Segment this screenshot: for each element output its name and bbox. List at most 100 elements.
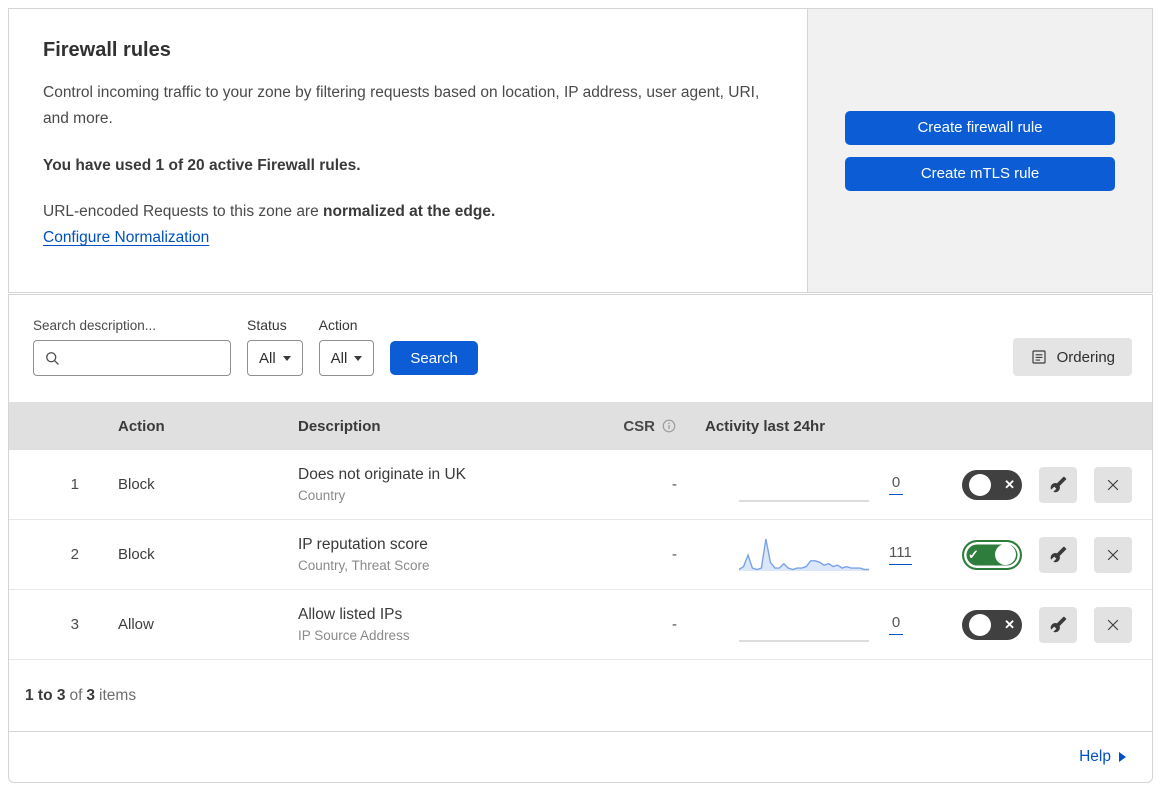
normalization-bold-text: normalized at the edge. bbox=[323, 203, 496, 221]
rule-activity-cell: 0 ✕ bbox=[691, 465, 1152, 505]
toggle-state-icon: ✕ bbox=[1004, 477, 1015, 492]
ordering-button[interactable]: Ordering bbox=[1012, 338, 1132, 376]
table-header: Action Description CSR Activity last 24h… bbox=[9, 402, 1152, 450]
table-row: 2 Block IP reputation score Country, Thr… bbox=[9, 520, 1152, 590]
ordering-list-icon bbox=[1030, 348, 1048, 366]
rule-csr-value: - bbox=[672, 476, 677, 493]
description-column-header: Description bbox=[298, 417, 381, 435]
rule-criteria: Country, Threat Score bbox=[298, 558, 430, 573]
status-filter-group: Status All bbox=[247, 317, 303, 376]
activity-sparkline bbox=[739, 465, 869, 505]
rule-criteria: Country bbox=[298, 488, 346, 503]
arrow-right-icon bbox=[1119, 752, 1126, 762]
search-label: Search description... bbox=[33, 318, 157, 333]
help-link[interactable]: Help bbox=[1079, 748, 1111, 766]
pagination-items: items bbox=[99, 686, 137, 704]
delete-rule-button[interactable] bbox=[1094, 536, 1132, 573]
page-title: Firewall rules bbox=[43, 39, 171, 61]
close-icon bbox=[1104, 476, 1122, 494]
table-row: 3 Allow Allow listed IPs IP Source Addre… bbox=[9, 590, 1152, 660]
rules-list-card: Search description... Status All Action … bbox=[8, 294, 1153, 783]
chevron-down-icon bbox=[282, 355, 291, 361]
toggle-state-icon: ✕ bbox=[1004, 617, 1015, 632]
activity-sparkline bbox=[739, 535, 869, 575]
search-button[interactable]: Search bbox=[390, 341, 478, 375]
edit-rule-button[interactable] bbox=[1039, 536, 1077, 573]
action-label: Action bbox=[318, 317, 358, 333]
info-icon[interactable] bbox=[661, 418, 677, 434]
toggle-knob bbox=[969, 473, 991, 496]
rule-action: Allow bbox=[118, 616, 154, 633]
status-select-value: All bbox=[259, 349, 276, 367]
rule-enabled-toggle[interactable]: ✕ bbox=[962, 609, 1022, 640]
edit-rule-button[interactable] bbox=[1039, 466, 1077, 503]
rule-description: Allow listed IPs bbox=[298, 606, 403, 623]
rule-description-cell: Allow listed IPs IP Source Address bbox=[286, 606, 601, 643]
ordering-button-label: Ordering bbox=[1056, 348, 1115, 366]
pagination-total: 3 bbox=[86, 686, 96, 704]
action-column-header: Action bbox=[118, 417, 165, 435]
rule-action: Block bbox=[118, 476, 155, 493]
rule-csr-value: - bbox=[672, 616, 677, 633]
table-row: 1 Block Does not originate in UK Country… bbox=[9, 450, 1152, 520]
rule-description: Does not originate in UK bbox=[298, 466, 467, 483]
wrench-icon bbox=[1050, 616, 1067, 633]
activity-count-link[interactable]: 111 bbox=[889, 544, 912, 565]
search-group: Search description... bbox=[33, 318, 231, 376]
csr-column-header: CSR bbox=[601, 418, 691, 435]
rule-activity-cell: 111 ✓ bbox=[691, 535, 1152, 575]
activity-sparkline bbox=[739, 605, 869, 645]
wrench-icon bbox=[1050, 546, 1067, 563]
close-icon bbox=[1104, 616, 1122, 634]
edit-rule-button[interactable] bbox=[1039, 606, 1077, 643]
close-icon bbox=[1104, 546, 1122, 564]
create-mtls-rule-button[interactable]: Create mTLS rule bbox=[845, 156, 1115, 191]
delete-rule-button[interactable] bbox=[1094, 466, 1132, 503]
rule-activity-cell: 0 ✕ bbox=[691, 605, 1152, 645]
toggle-state-icon: ✓ bbox=[968, 547, 979, 562]
pagination-of: of bbox=[69, 686, 83, 704]
rule-controls: ✕ bbox=[962, 606, 1132, 643]
rule-priority: 3 bbox=[70, 616, 79, 633]
pagination-summary: 1 to 3 of 3 items bbox=[9, 660, 1152, 732]
rule-enabled-toggle[interactable]: ✓ bbox=[962, 539, 1022, 570]
top-section: Firewall rules Control incoming traffic … bbox=[8, 8, 1153, 293]
search-input-box[interactable] bbox=[33, 340, 231, 376]
rule-description-cell: IP reputation score Country, Threat Scor… bbox=[286, 536, 601, 573]
delete-rule-button[interactable] bbox=[1094, 606, 1132, 643]
rule-description: IP reputation score bbox=[298, 536, 428, 553]
status-select[interactable]: All bbox=[247, 340, 303, 376]
toggle-knob bbox=[969, 613, 991, 636]
intro-card: Firewall rules Control incoming traffic … bbox=[8, 8, 808, 293]
cta-panel: Create firewall rule Create mTLS rule bbox=[808, 8, 1153, 293]
configure-normalization-link[interactable]: Configure Normalization bbox=[43, 229, 209, 246]
action-filter-group: Action All bbox=[318, 317, 375, 376]
normalization-note: URL-encoded Requests to this zone are no… bbox=[43, 203, 773, 221]
rule-description-cell: Does not originate in UK Country bbox=[286, 466, 601, 503]
normalization-text: URL-encoded Requests to this zone are bbox=[43, 203, 319, 221]
rule-priority: 1 bbox=[70, 476, 79, 493]
activity-count-link[interactable]: 0 bbox=[889, 474, 903, 495]
page-description: Control incoming traffic to your zone by… bbox=[43, 84, 760, 127]
help-row: Help bbox=[9, 732, 1152, 782]
toggle-knob bbox=[995, 544, 1016, 565]
pagination-range: 1 to 3 bbox=[25, 686, 66, 704]
create-firewall-rule-button[interactable]: Create firewall rule bbox=[845, 110, 1115, 145]
action-select-value: All bbox=[330, 349, 348, 367]
activity-count-link[interactable]: 0 bbox=[889, 614, 903, 635]
rule-priority: 2 bbox=[70, 546, 79, 563]
rule-controls: ✕ bbox=[962, 466, 1132, 503]
search-input[interactable] bbox=[61, 350, 220, 366]
rule-csr-value: - bbox=[672, 546, 677, 563]
rule-criteria: IP Source Address bbox=[298, 628, 410, 643]
firewall-rules-page: Firewall rules Control incoming traffic … bbox=[0, 0, 1161, 791]
status-label: Status bbox=[247, 317, 287, 333]
rule-controls: ✓ bbox=[962, 536, 1132, 573]
activity-column-header: Activity last 24hr bbox=[705, 417, 826, 435]
search-icon bbox=[44, 350, 61, 367]
chevron-down-icon bbox=[354, 355, 363, 361]
filter-bar: Search description... Status All Action … bbox=[9, 295, 1152, 402]
action-select[interactable]: All bbox=[318, 340, 375, 376]
rule-enabled-toggle[interactable]: ✕ bbox=[962, 469, 1022, 500]
usage-summary: You have used 1 of 20 active Firewall ru… bbox=[43, 157, 361, 175]
